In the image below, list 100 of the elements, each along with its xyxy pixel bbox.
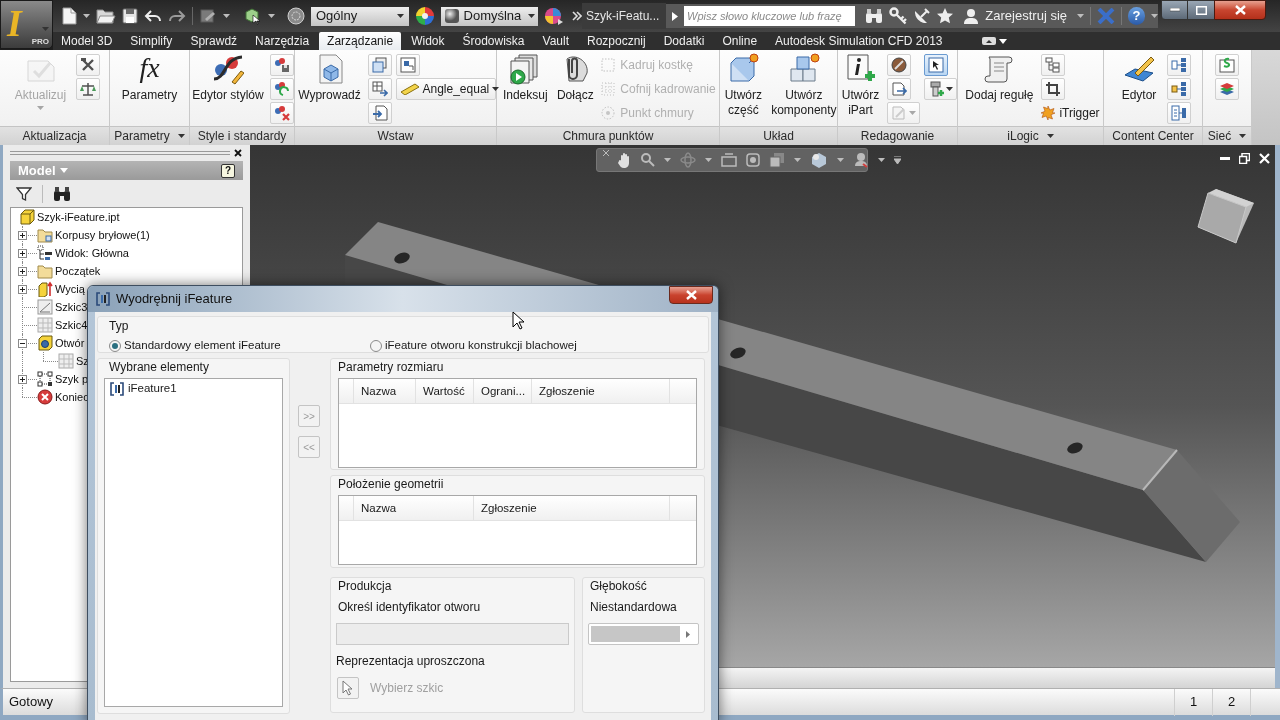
close-button[interactable] xyxy=(669,286,713,304)
application-button[interactable]: I PRO xyxy=(0,0,53,49)
filter-icon[interactable] xyxy=(16,185,32,202)
radio-button[interactable] xyxy=(370,339,382,352)
save-icon[interactable] xyxy=(122,8,138,24)
user-pin-icon[interactable] xyxy=(853,152,869,168)
shading-icon[interactable] xyxy=(810,152,828,168)
chevrons-icon[interactable] xyxy=(572,11,582,21)
hand-icon[interactable] xyxy=(618,152,632,168)
caret-icon[interactable] xyxy=(1046,134,1054,138)
ribbon-tab[interactable]: Zarządzanie xyxy=(319,32,402,50)
expand-icon[interactable] xyxy=(18,375,27,384)
list-item[interactable]: iFeature1 xyxy=(105,380,282,398)
ribbon-button[interactable]: fx Parametry xyxy=(117,50,182,103)
undo-icon[interactable] xyxy=(144,9,162,23)
star-icon[interactable] xyxy=(937,8,954,24)
ribbon-icon-button[interactable] xyxy=(886,54,911,76)
material-dropdown[interactable]: Domyślna xyxy=(440,6,538,26)
zoom-icon[interactable] xyxy=(641,153,655,167)
column-header[interactable]: Zgłoszenie xyxy=(474,496,670,520)
ribbon-tab[interactable]: Rozpocznij xyxy=(579,32,654,50)
style-dropdown[interactable]: Ogólny xyxy=(311,6,409,26)
ribbon-tool[interactable]: iTrigger xyxy=(1041,102,1100,124)
parameter-dropdown[interactable]: Angle_equal xyxy=(395,78,496,100)
binoculars-icon[interactable] xyxy=(53,185,71,202)
ribbon-button[interactable]: Edytor xyxy=(1115,50,1163,103)
tree-item-label[interactable]: Szyk-iFeature.ipt xyxy=(37,208,120,226)
close-icon[interactable] xyxy=(234,149,242,157)
ribbon-tab[interactable]: Simplify xyxy=(122,32,181,50)
column-header[interactable]: Ograni... xyxy=(474,379,532,403)
tree-item-label[interactable]: Otwór xyxy=(55,334,85,352)
tree-item-label[interactable]: Widok: Główna xyxy=(55,244,129,262)
ribbon-icon-button[interactable] xyxy=(75,54,100,76)
ribbon-tab[interactable]: Vault xyxy=(534,32,577,50)
close-button[interactable] xyxy=(1214,0,1266,20)
panel-toggle-icon[interactable] xyxy=(982,37,997,45)
ribbon-button[interactable]: Utwórz iPart xyxy=(838,50,883,118)
tree-item-label[interactable]: Korpusy bryłowe(1) xyxy=(55,226,150,244)
field-label: Niestandardowa xyxy=(589,600,677,614)
tree-item-label[interactable]: Szkic3 xyxy=(55,298,88,316)
key-icon[interactable] xyxy=(889,7,908,25)
ribbon-button[interactable]: Utwórz komponenty xyxy=(770,50,837,118)
column-header[interactable]: Nazwa xyxy=(354,496,474,520)
color-sphere-icon[interactable] xyxy=(544,7,564,25)
tree-item-label[interactable]: Koniec xyxy=(55,388,89,406)
help-button[interactable]: ? xyxy=(221,163,235,178)
document-edit-icon[interactable] xyxy=(199,8,217,24)
search-field[interactable]: Wpisz słowo kluczowe lub frazę xyxy=(684,6,856,26)
sign-in-button[interactable]: Zarejestruj się xyxy=(963,6,1067,26)
help-button[interactable]: ? xyxy=(1127,7,1145,25)
layers-icon xyxy=(1219,81,1235,97)
ribbon-tab[interactable]: Narzędzia xyxy=(247,32,318,50)
expand-arrow-icon[interactable] xyxy=(672,11,678,21)
minimize-button[interactable] xyxy=(1161,0,1188,20)
ribbon-button[interactable]: Indeksuj xyxy=(500,50,551,103)
expand-icon[interactable] xyxy=(18,285,27,294)
ribbon-tab[interactable]: Model 3D xyxy=(53,32,121,50)
radio-button[interactable] xyxy=(109,339,121,352)
expand-icon[interactable] xyxy=(18,231,27,240)
ribbon-tab[interactable]: Autodesk Simulation CFD 2013 xyxy=(767,32,951,50)
color-wheel-icon[interactable] xyxy=(414,6,435,26)
restore-icon[interactable] xyxy=(1239,153,1250,164)
redo-icon[interactable] xyxy=(168,9,186,23)
tree-item-label[interactable]: Wycią xyxy=(55,280,85,298)
satellite-dish-icon[interactable] xyxy=(913,7,932,25)
ribbon-tab[interactable]: Widok xyxy=(403,32,453,50)
sphere-icon[interactable] xyxy=(287,7,305,25)
ribbon-tab[interactable]: Dodatki xyxy=(655,32,713,50)
ribbon-tab[interactable]: Środowiska xyxy=(454,32,533,50)
ribbon-button[interactable]: Dołącz xyxy=(554,50,597,103)
open-folder-icon[interactable] xyxy=(96,8,116,24)
function-symbol: fx xyxy=(139,51,160,85)
collapse-icon[interactable] xyxy=(18,339,27,348)
expand-icon[interactable] xyxy=(18,249,27,258)
ribbon-button[interactable]: Dodaj regułę xyxy=(961,50,1038,103)
column-header[interactable]: Nazwa xyxy=(354,379,416,403)
ribbon-icon-button[interactable] xyxy=(1041,78,1066,100)
column-header[interactable]: Wartość xyxy=(416,379,474,403)
ribbon-icon-button[interactable] xyxy=(923,54,948,76)
caret-icon[interactable] xyxy=(177,134,185,138)
maximize-button[interactable] xyxy=(1188,0,1214,20)
tree-item-label[interactable]: Początek xyxy=(55,262,101,280)
ribbon-button[interactable]: Edytor stylów xyxy=(190,50,266,103)
column-header[interactable]: Zgłoszenie xyxy=(532,379,670,403)
ribbon-tab[interactable]: Online xyxy=(714,32,766,50)
zoom-all-icon[interactable] xyxy=(746,153,760,167)
customize-icon[interactable] xyxy=(894,156,901,164)
ribbon-button[interactable]: Wyprowadź xyxy=(295,50,364,103)
new-document-icon[interactable] xyxy=(61,7,77,25)
ribbon-button[interactable]: Utwórz część xyxy=(720,50,767,118)
caret-icon[interactable] xyxy=(1239,134,1247,138)
binoculars-icon[interactable] xyxy=(865,8,884,24)
views-icon[interactable] xyxy=(769,152,785,168)
cube-cursor-icon[interactable] xyxy=(244,7,262,25)
sketch-grid-icon xyxy=(37,317,53,333)
tree-item-label[interactable]: Szkic4 xyxy=(55,316,88,334)
ribbon-tab[interactable]: Sprawdź xyxy=(182,32,246,50)
select-button[interactable] xyxy=(337,677,359,699)
expand-icon[interactable] xyxy=(18,267,27,276)
view-cube-icon[interactable] xyxy=(1194,187,1256,245)
